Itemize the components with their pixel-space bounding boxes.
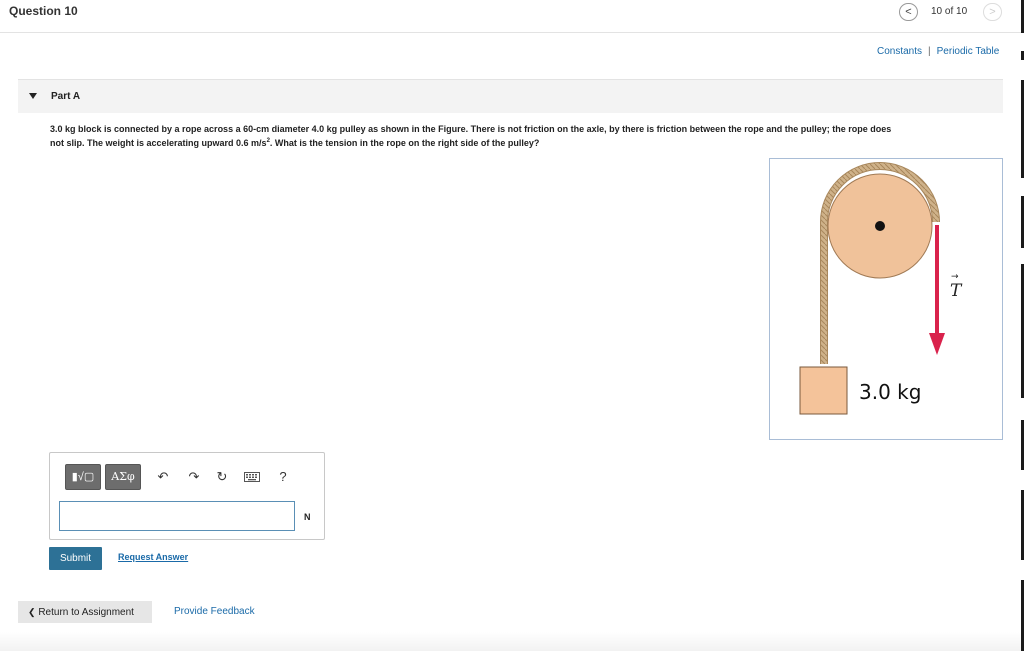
problem-line-2a: not slip. The weight is accelerating upw… — [50, 138, 267, 148]
part-title: Part A — [51, 91, 81, 102]
problem-line-1: 3.0 kg block is connected by a rope acro… — [50, 124, 892, 134]
symbols-button[interactable]: ΑΣφ — [105, 464, 141, 490]
problem-statement: 3.0 kg block is connected by a rope acro… — [50, 122, 1000, 150]
pulley-axle — [875, 221, 885, 231]
submit-button[interactable]: Submit — [49, 547, 102, 570]
chevron-right-icon: > — [989, 6, 996, 18]
next-question-button[interactable]: > — [983, 3, 1002, 21]
answer-panel: ▮√▢ ΑΣφ ↶ ↷ ↻ ? N — [49, 452, 325, 540]
pulley-figure: T → 3.0 kg — [769, 158, 1003, 440]
caret-down-icon[interactable] — [29, 93, 37, 99]
request-answer-link[interactable]: Request Answer — [118, 552, 188, 562]
link-separator: | — [928, 46, 931, 57]
tension-label: T — [950, 281, 963, 301]
reset-icon[interactable]: ↻ — [214, 469, 230, 485]
mass-block — [799, 366, 848, 415]
undo-icon[interactable]: ↶ — [155, 469, 171, 485]
tension-arrowhead — [929, 333, 945, 355]
question-counter: 10 of 10 — [931, 6, 968, 17]
help-icon[interactable]: ? — [275, 469, 291, 485]
mass-label: 3.0 kg — [859, 380, 921, 404]
constants-link[interactable]: Constants — [877, 46, 922, 57]
footer-fade — [0, 632, 1024, 651]
vector-arrow-icon: → — [951, 272, 959, 282]
chevron-left-icon: ❮ — [28, 607, 36, 617]
chevron-left-icon: < — [905, 6, 912, 18]
question-title: Question 10 — [9, 4, 78, 18]
keyboard-icon[interactable] — [244, 469, 260, 485]
pulley-diagram: T → 3.0 kg — [799, 162, 963, 415]
return-to-assignment-button[interactable]: ❮ Return to Assignment — [18, 601, 152, 623]
part-a-header[interactable]: Part A — [18, 80, 1003, 113]
periodic-table-link[interactable]: Periodic Table — [937, 46, 1000, 57]
answer-input[interactable] — [59, 501, 295, 531]
resource-links: Constants | Periodic Table — [877, 46, 999, 57]
provide-feedback-link[interactable]: Provide Feedback — [174, 606, 255, 617]
answer-unit: N — [304, 512, 311, 522]
question-header: Question 10 < 10 of 10 > — [0, 0, 1024, 33]
templates-button[interactable]: ▮√▢ — [65, 464, 101, 490]
problem-line-2b: . What is the tension in the rope on the… — [269, 138, 540, 148]
prev-question-button[interactable]: < — [899, 3, 918, 21]
redo-icon[interactable]: ↷ — [186, 469, 202, 485]
return-label: Return to Assignment — [38, 607, 134, 618]
